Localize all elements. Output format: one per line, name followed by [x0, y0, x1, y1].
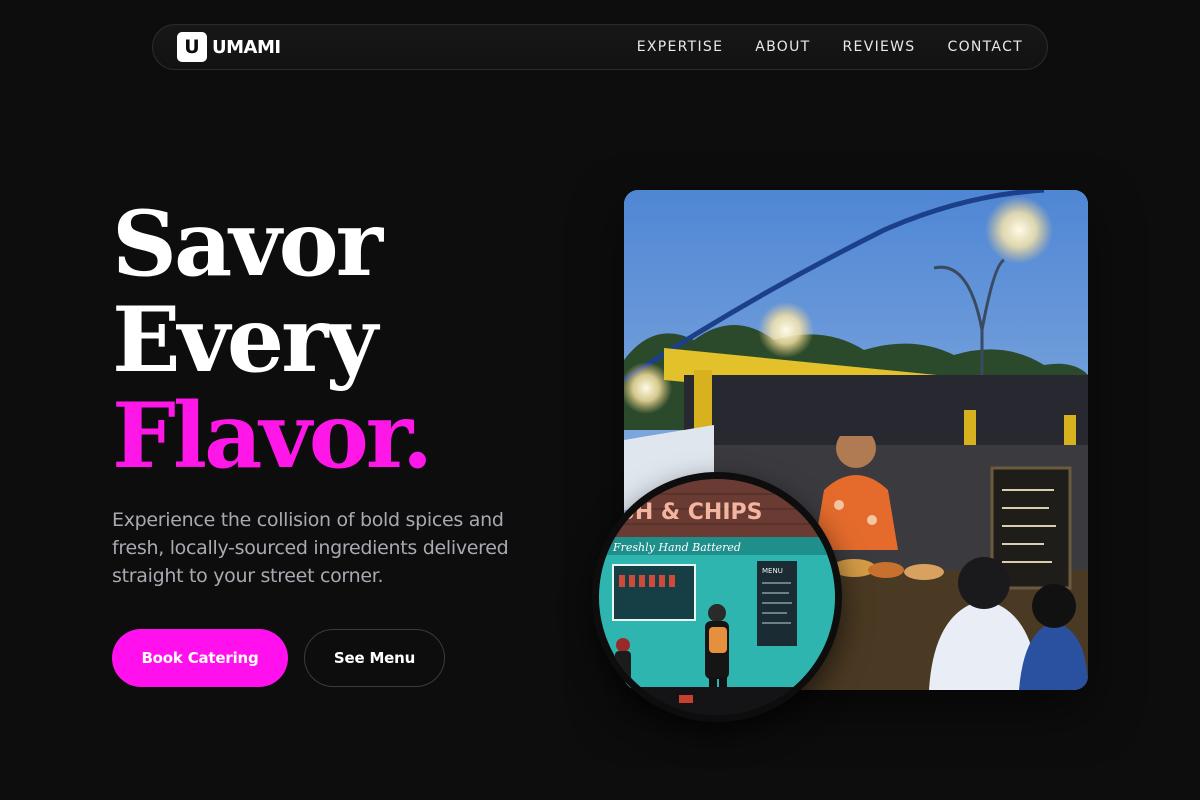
- round-sign-text: SH & CHIPS: [619, 500, 762, 525]
- nav-links: EXPERTISE ABOUT REVIEWS CONTACT: [637, 39, 1023, 55]
- book-catering-button[interactable]: Book Catering: [112, 629, 288, 687]
- logo-mark: U: [177, 32, 207, 62]
- round-script-text: Freshly Hand Battered: [612, 541, 741, 554]
- round-menu-text: MENU: [762, 567, 783, 575]
- nav-link-expertise[interactable]: EXPERTISE: [637, 39, 724, 55]
- brand-logo[interactable]: U UMAMI: [177, 32, 281, 62]
- hero-headline: Savor Every Flavor.: [112, 191, 433, 489]
- hero-round-image: SH & CHIPS Freshly Hand Battered MENU: [592, 472, 842, 722]
- nav-link-about[interactable]: ABOUT: [755, 39, 810, 55]
- headline-line-1: Savor: [112, 191, 383, 297]
- top-nav: U UMAMI EXPERTISE ABOUT REVIEWS CONTACT: [152, 24, 1048, 70]
- nav-link-contact[interactable]: CONTACT: [948, 39, 1024, 55]
- headline-line-3-accent: Flavor.: [112, 383, 433, 489]
- hero-subtext: Experience the collision of bold spices …: [112, 509, 509, 587]
- see-menu-button[interactable]: See Menu: [304, 629, 445, 687]
- fish-and-chips-truck-illustration: SH & CHIPS Freshly Hand Battered MENU: [599, 479, 835, 715]
- nav-link-reviews[interactable]: REVIEWS: [843, 39, 916, 55]
- brand-name: UMAMI: [212, 36, 281, 58]
- headline-line-2: Every: [112, 287, 378, 393]
